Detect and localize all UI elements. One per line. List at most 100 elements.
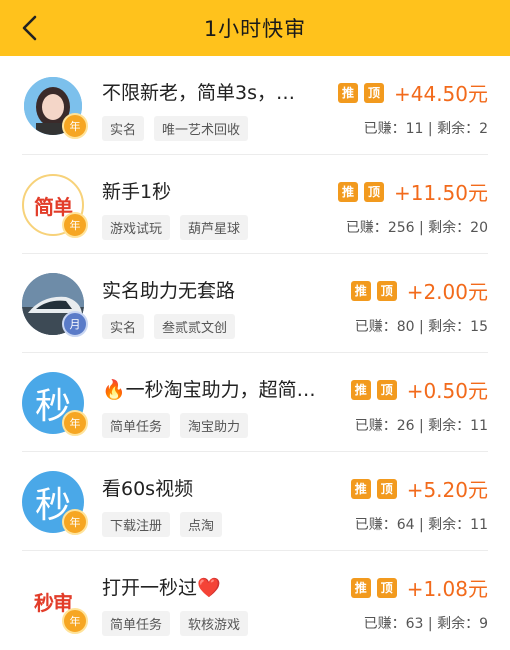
earned-label: 已赚： bbox=[354, 517, 397, 533]
remain-count: 11 bbox=[470, 517, 488, 533]
reward-amount: +0.50元 bbox=[406, 379, 488, 403]
recommend-badge: 推 bbox=[350, 280, 371, 301]
task-stats: 已赚：256 | 剩余：20 bbox=[345, 220, 488, 236]
tag: 实名 bbox=[102, 314, 145, 339]
chevron-left-icon bbox=[22, 15, 37, 41]
avatar: 月 bbox=[22, 273, 88, 337]
back-button[interactable] bbox=[10, 8, 50, 48]
earned-label: 已赚： bbox=[363, 121, 406, 137]
task-tags: 实名 唯一艺术回收 bbox=[102, 116, 249, 141]
reward-area: 推 顶 +2.00元 bbox=[350, 276, 488, 305]
tag: 淘宝助力 bbox=[180, 413, 249, 438]
tag: 葫芦星球 bbox=[180, 215, 249, 240]
task-stats: 已赚：80 | 剩余：15 bbox=[354, 319, 488, 335]
task-stats: 已赚：26 | 剩余：11 bbox=[354, 418, 488, 434]
task-stats: 已赚：11 | 剩余：2 bbox=[363, 121, 488, 137]
earned-count: 64 bbox=[396, 517, 415, 533]
reward-amount: +5.20元 bbox=[406, 478, 488, 502]
task-tags: 游戏试玩 葫芦星球 bbox=[102, 215, 249, 240]
top-bar: 1小时快审 bbox=[0, 0, 510, 56]
recommend-badge: 推 bbox=[350, 577, 371, 598]
avatar: 简单 年 bbox=[22, 174, 88, 238]
task-title: 新手1秒 bbox=[102, 181, 172, 203]
tag: 叁贰贰文创 bbox=[154, 314, 236, 339]
earned-label: 已赚： bbox=[345, 220, 388, 236]
task-title: 不限新老，简单3s，… bbox=[102, 82, 295, 104]
remain-label: 剩余： bbox=[428, 418, 471, 434]
reward-area: 推 顶 +5.20元 bbox=[350, 474, 488, 503]
tag: 实名 bbox=[102, 116, 145, 141]
year-badge: 年 bbox=[62, 113, 88, 139]
task-title: 实名助力无套路 bbox=[102, 280, 236, 302]
remain-label: 剩余： bbox=[437, 616, 480, 632]
remain-count: 20 bbox=[470, 220, 488, 236]
pinned-badge: 顶 bbox=[376, 478, 397, 499]
pinned-badge: 顶 bbox=[376, 577, 397, 598]
earned-label: 已赚： bbox=[354, 418, 397, 434]
remain-count: 9 bbox=[479, 616, 488, 632]
reward-area: 推 顶 +44.50元 bbox=[337, 78, 488, 107]
earned-count: 11 bbox=[405, 121, 424, 137]
task-stats: 已赚：64 | 剩余：11 bbox=[354, 517, 488, 533]
pinned-badge: 顶 bbox=[363, 181, 384, 202]
task-item[interactable]: 秒 年 看60s视频 下载注册 点淘 推 顶 +5.20元 已赚：64 | 剩余… bbox=[22, 452, 488, 551]
task-tags: 简单任务 淘宝助力 bbox=[102, 413, 249, 438]
reward-area: 推 顶 +11.50元 bbox=[337, 177, 488, 206]
pinned-badge: 顶 bbox=[376, 379, 397, 400]
task-item[interactable]: 简单 年 新手1秒 游戏试玩 葫芦星球 推 顶 +11.50元 已赚：256 |… bbox=[22, 155, 488, 254]
reward-amount: +11.50元 bbox=[393, 181, 488, 205]
year-badge: 年 bbox=[62, 212, 88, 238]
task-title: 看60s视频 bbox=[102, 478, 194, 500]
task-title: 🔥一秒淘宝助力，超简… bbox=[102, 379, 316, 401]
tag: 点淘 bbox=[180, 512, 223, 537]
task-item[interactable]: 秒 年 🔥一秒淘宝助力，超简… 简单任务 淘宝助力 推 顶 +0.50元 已赚：… bbox=[22, 353, 488, 452]
recommend-badge: 推 bbox=[350, 379, 371, 400]
pinned-badge: 顶 bbox=[363, 82, 384, 103]
remain-count: 2 bbox=[479, 121, 488, 137]
tag: 下载注册 bbox=[102, 512, 171, 537]
task-tags: 简单任务 软核游戏 bbox=[102, 611, 249, 636]
earned-count: 63 bbox=[405, 616, 424, 632]
tag: 游戏试玩 bbox=[102, 215, 171, 240]
year-badge: 年 bbox=[62, 509, 88, 535]
task-tags: 实名 叁贰贰文创 bbox=[102, 314, 236, 339]
tag: 唯一艺术回收 bbox=[154, 116, 249, 141]
avatar: 秒审 年 bbox=[22, 570, 88, 634]
year-badge: 年 bbox=[62, 410, 88, 436]
earned-label: 已赚： bbox=[354, 319, 397, 335]
reward-amount: +1.08元 bbox=[406, 577, 488, 601]
remain-count: 15 bbox=[470, 319, 488, 335]
reward-amount: +44.50元 bbox=[393, 82, 488, 106]
page-title: 1小时快审 bbox=[203, 17, 307, 41]
tag: 简单任务 bbox=[102, 611, 171, 636]
tag: 软核游戏 bbox=[180, 611, 249, 636]
remain-label: 剩余： bbox=[428, 517, 471, 533]
month-badge: 月 bbox=[62, 311, 88, 337]
task-item[interactable]: 年 不限新老，简单3s，… 实名 唯一艺术回收 推 顶 +44.50元 已赚：1… bbox=[22, 56, 488, 155]
avatar: 秒 年 bbox=[22, 372, 88, 436]
task-stats: 已赚：63 | 剩余：9 bbox=[363, 616, 488, 632]
remain-label: 剩余： bbox=[428, 319, 471, 335]
task-item[interactable]: 月 实名助力无套路 实名 叁贰贰文创 推 顶 +2.00元 已赚：80 | 剩余… bbox=[22, 254, 488, 353]
task-list: 年 不限新老，简单3s，… 实名 唯一艺术回收 推 顶 +44.50元 已赚：1… bbox=[0, 56, 510, 650]
earned-count: 26 bbox=[396, 418, 415, 434]
remain-label: 剩余： bbox=[428, 220, 471, 236]
earned-count: 80 bbox=[396, 319, 415, 335]
task-item[interactable]: 秒审 年 打开一秒过❤️ 简单任务 软核游戏 推 顶 +1.08元 已赚：63 … bbox=[22, 551, 488, 650]
task-title: 打开一秒过❤️ bbox=[102, 577, 221, 599]
remain-count: 11 bbox=[470, 418, 488, 434]
tag: 简单任务 bbox=[102, 413, 171, 438]
avatar: 年 bbox=[22, 75, 88, 139]
earned-count: 256 bbox=[387, 220, 415, 236]
avatar: 秒 年 bbox=[22, 471, 88, 535]
earned-label: 已赚： bbox=[363, 616, 406, 632]
recommend-badge: 推 bbox=[350, 478, 371, 499]
reward-amount: +2.00元 bbox=[406, 280, 488, 304]
reward-area: 推 顶 +1.08元 bbox=[350, 573, 488, 602]
remain-label: 剩余： bbox=[437, 121, 480, 137]
task-tags: 下载注册 点淘 bbox=[102, 512, 223, 537]
recommend-badge: 推 bbox=[337, 82, 358, 103]
recommend-badge: 推 bbox=[337, 181, 358, 202]
pinned-badge: 顶 bbox=[376, 280, 397, 301]
reward-area: 推 顶 +0.50元 bbox=[350, 375, 488, 404]
